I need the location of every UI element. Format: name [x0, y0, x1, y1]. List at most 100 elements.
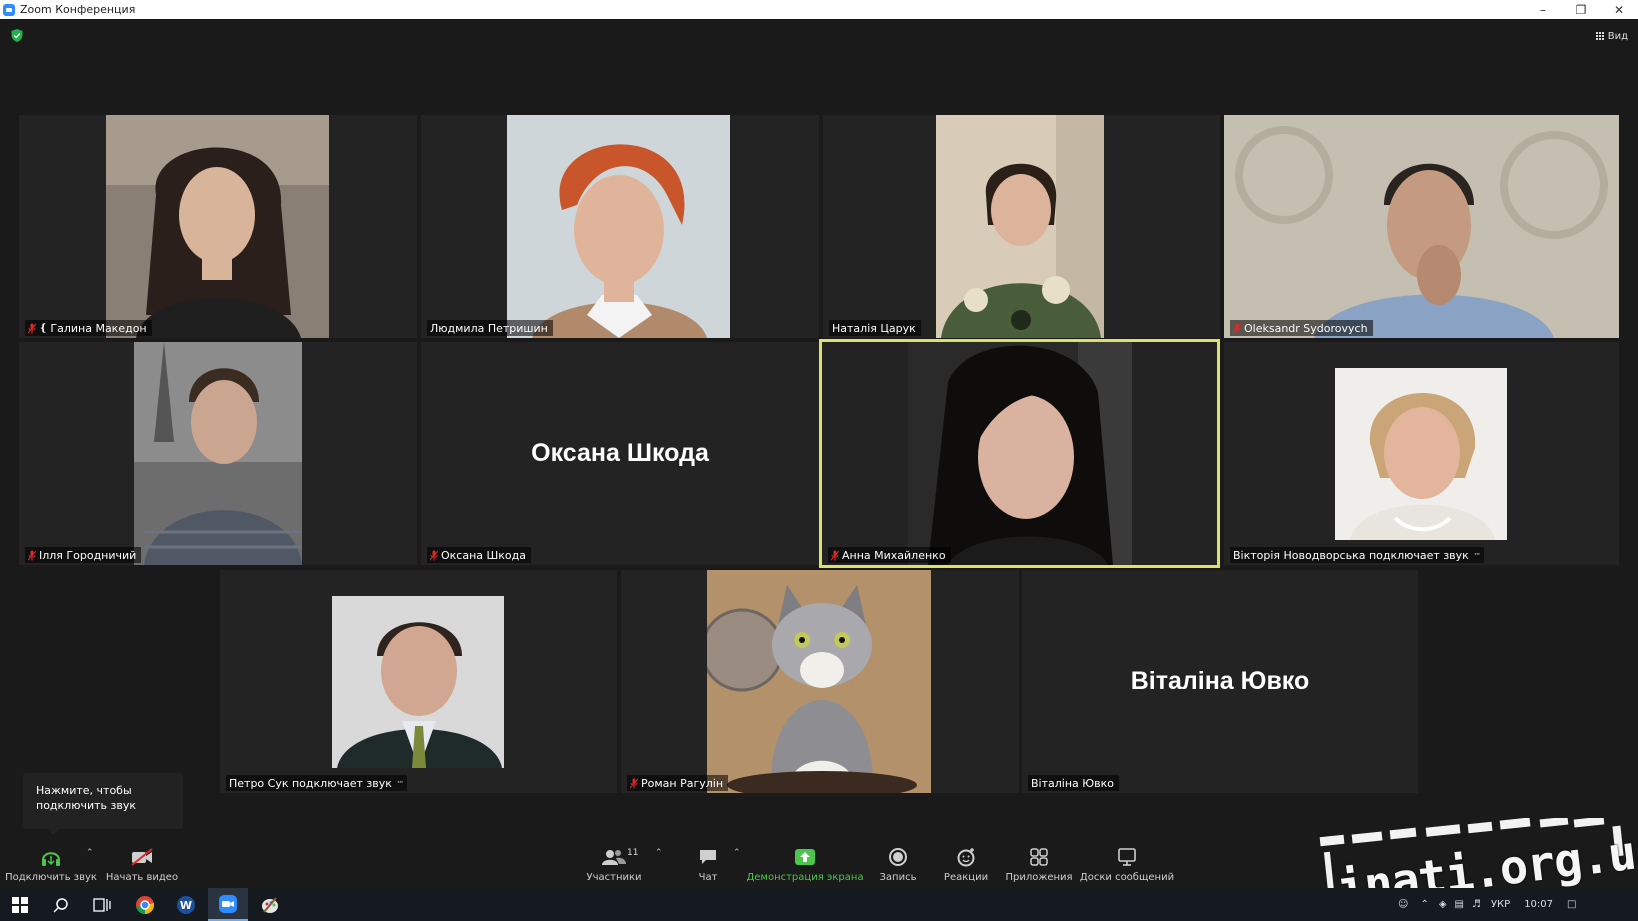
reactions-button[interactable]: Реакции — [942, 839, 990, 888]
profile-photo-image — [707, 570, 931, 793]
join-audio-button[interactable]: Подключить звук — [5, 839, 97, 888]
participant-display-name: Віталіна Ювко — [1130, 667, 1310, 695]
participant-video — [134, 342, 302, 565]
chrome-icon[interactable] — [125, 888, 165, 921]
muted-mic-icon — [28, 550, 36, 561]
whiteboards-button[interactable]: Доски сообщений — [1080, 839, 1174, 888]
connecting-dots-icon: ··· — [1473, 550, 1481, 560]
share-screen-label: Демонстрация экрана — [746, 872, 864, 883]
participant-tile[interactable]: Ілля Городничий — [19, 342, 417, 565]
close-button[interactable]: ✕ — [1600, 0, 1638, 19]
participants-count: 11 — [627, 848, 639, 858]
join-audio-tooltip: Нажмите, чтобы подключить звук — [23, 773, 183, 835]
video-frame-image — [507, 115, 730, 338]
participant-tile[interactable]: ❴ Галина Македон — [19, 115, 417, 338]
participant-name-tag: Роман Рагулін — [627, 775, 729, 791]
participants-icon — [602, 845, 626, 869]
audio-options-chevron-icon[interactable]: ⌃ — [86, 848, 94, 858]
participant-name: Петро Сук подключает звук — [229, 776, 392, 790]
participant-name: Оксана Шкода — [441, 548, 527, 562]
chat-options-chevron-icon[interactable]: ⌃ — [733, 848, 741, 858]
muted-mic-icon — [430, 550, 438, 561]
participant-name: Oleksandr Sydorovych — [1244, 321, 1368, 335]
participant-photo — [707, 570, 931, 793]
tray-chevron-up-icon[interactable]: ⌃ — [1420, 899, 1428, 910]
tooltip-line: подключить звук — [36, 799, 136, 812]
muted-mic-icon — [28, 323, 36, 334]
volume-icon[interactable]: ♬ — [1472, 899, 1481, 910]
join-audio-label: Подключить звук — [5, 872, 97, 883]
restore-button[interactable]: ❐ — [1562, 0, 1600, 19]
participant-name: Анна Михайленко — [842, 548, 946, 562]
emoji-reaction-icon — [956, 845, 976, 869]
record-label: Запись — [879, 872, 917, 883]
participant-tile[interactable]: Вікторія Новодворська подключает звук ··… — [1224, 342, 1619, 565]
apps-button[interactable]: Приложения — [1005, 839, 1073, 888]
profile-photo-image — [332, 596, 504, 768]
start-video-button[interactable]: Начать видео — [104, 839, 180, 888]
participant-tile[interactable]: Людмила Петришин — [421, 115, 819, 338]
participant-name-tag: Вікторія Новодворська подключает звук ··… — [1230, 547, 1485, 563]
minimize-button[interactable]: – — [1524, 0, 1562, 19]
task-view-icon[interactable] — [82, 888, 122, 921]
participant-tile[interactable]: Роман Рагулін — [621, 570, 1019, 793]
encryption-shield-icon[interactable] — [11, 29, 23, 42]
notifications-icon[interactable]: □ — [1567, 899, 1576, 910]
language-indicator[interactable]: УКР — [1491, 899, 1510, 910]
zoom-taskbar-icon[interactable] — [208, 888, 248, 921]
muted-mic-icon — [1233, 323, 1241, 334]
apps-icon — [1030, 845, 1048, 869]
participant-video — [507, 115, 730, 338]
clock-time[interactable]: 10:07 — [1524, 899, 1553, 910]
start-video-label: Начать видео — [105, 872, 179, 883]
participant-name-tag: Людмила Петришин — [427, 320, 553, 336]
video-frame-image — [134, 342, 302, 565]
chat-label: Чат — [698, 872, 718, 883]
participant-name-tag: Петро Сук подключает звук ··· — [226, 775, 408, 791]
grid-view-icon — [1596, 32, 1605, 41]
video-off-icon — [130, 845, 154, 869]
participant-name: Ілля Городничий — [39, 548, 137, 562]
share-screen-button[interactable]: Демонстрация экрана — [746, 839, 864, 888]
participant-tile[interactable]: Наталія Царук — [823, 115, 1220, 338]
participant-tile[interactable]: Петро Сук подключает звук ··· — [220, 570, 617, 793]
view-button[interactable]: Вид — [1596, 29, 1628, 43]
search-icon[interactable] — [41, 888, 81, 921]
app-w-icon[interactable]: W — [166, 888, 206, 921]
video-frame-image — [1224, 115, 1619, 338]
connecting-dots-icon: ··· — [396, 778, 404, 788]
security-shield-icon[interactable]: ◈ — [1439, 899, 1447, 910]
participant-video — [936, 115, 1104, 338]
window-title: Zoom Конференция — [20, 3, 136, 16]
participant-name: Наталія Царук — [832, 321, 916, 335]
participant-tile[interactable]: Oleksandr Sydorovych — [1224, 115, 1619, 338]
participant-name: Роман Рагулін — [641, 776, 724, 790]
record-button[interactable]: Запись — [876, 839, 920, 888]
tooltip-line: Нажмите, чтобы — [36, 784, 132, 797]
muted-mic-icon — [831, 550, 839, 561]
participants-button[interactable]: Участники — [582, 839, 646, 888]
participants-label: Участники — [586, 872, 642, 883]
system-tray: ☺ ⌃ ◈ ▤ ♬ УКР 10:07 □ — [1398, 888, 1576, 921]
windows-start-icon[interactable] — [0, 888, 40, 921]
video-frame-image — [106, 115, 329, 338]
network-icon[interactable]: ▤ — [1455, 899, 1464, 910]
svg-text:W: W — [180, 899, 192, 912]
chat-button[interactable]: Чат — [690, 839, 726, 888]
video-frame-image — [908, 342, 1132, 565]
participant-name-tag: Анна Михайленко — [828, 547, 951, 563]
participant-name-tag: Віталіна Ювко — [1028, 775, 1119, 791]
participant-name-tag: Оксана Шкода — [427, 547, 532, 563]
window-titlebar: Zoom Конференция – ❐ ✕ — [0, 0, 1638, 19]
participant-tile-active-speaker[interactable]: Анна Михайленко — [819, 339, 1220, 568]
muted-mic-icon — [630, 778, 638, 789]
people-icon[interactable]: ☺ — [1398, 899, 1408, 910]
profile-photo-image — [1335, 368, 1507, 540]
participant-photo — [1335, 368, 1507, 540]
participant-tile[interactable]: Віталіна Ювко Віталіна Ювко — [1022, 570, 1418, 793]
pinned-icon: ❴ — [39, 322, 48, 334]
share-screen-icon — [793, 845, 817, 869]
participant-tile[interactable]: Оксана Шкода Оксана Шкода — [421, 342, 819, 565]
participants-options-chevron-icon[interactable]: ⌃ — [655, 848, 663, 858]
paint-app-icon[interactable] — [250, 888, 290, 921]
